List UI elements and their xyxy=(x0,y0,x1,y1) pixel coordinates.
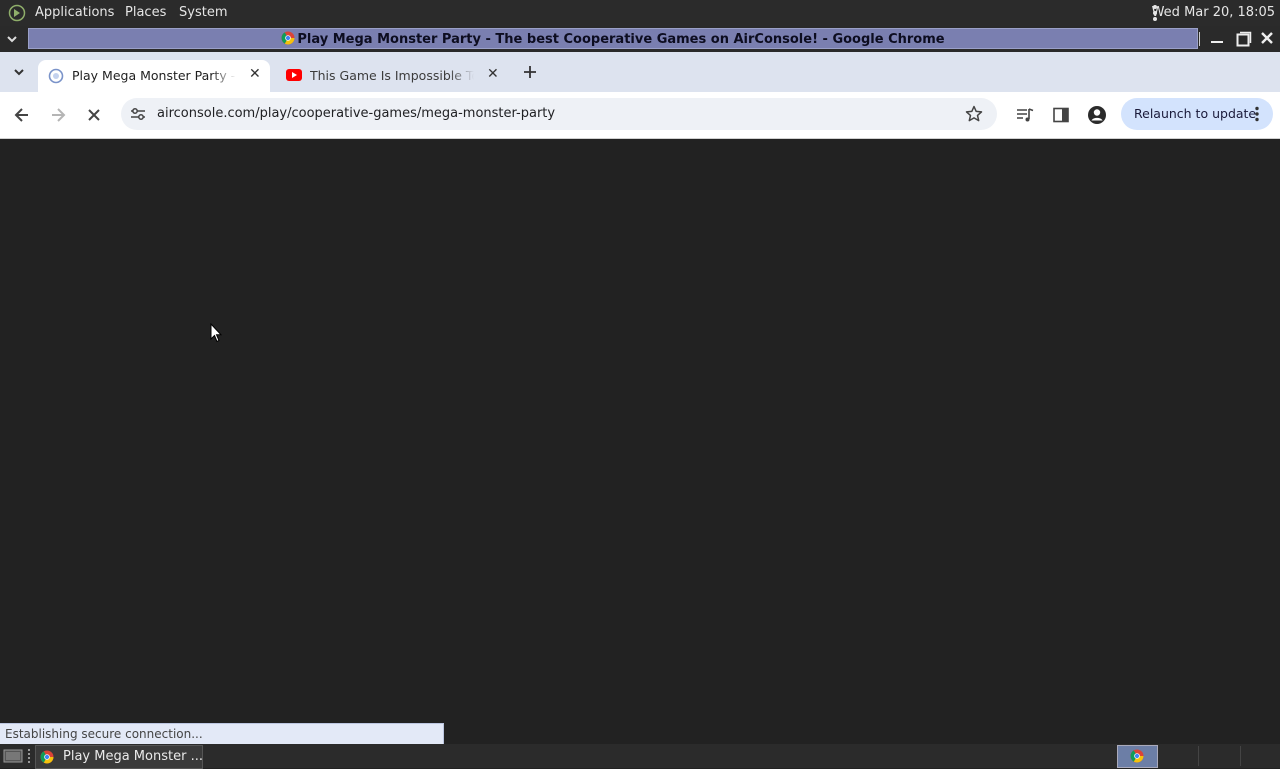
relaunch-to-update-button[interactable]: Relaunch to update xyxy=(1121,98,1273,130)
menu-applications[interactable]: Applications xyxy=(35,5,114,20)
media-controls-icon[interactable] xyxy=(1016,106,1034,124)
taskbar-window-button[interactable]: Play Mega Monster ... xyxy=(35,745,203,769)
url-text[interactable]: airconsole.com/play/cooperative-games/me… xyxy=(157,106,555,121)
close-window-icon[interactable] xyxy=(1260,31,1274,45)
chrome-logo-icon xyxy=(1130,749,1144,763)
tab-mega-monster-party[interactable]: Play Mega Monster Party - The best Coope… xyxy=(38,60,270,92)
tab-label: Play Mega Monster Party - The best Coope… xyxy=(72,68,236,83)
clock[interactable]: Wed Mar 20, 18:05 xyxy=(1152,5,1275,20)
bottom-taskbar: Play Mega Monster ... xyxy=(0,744,1280,769)
chrome-menu-kebab-icon[interactable] xyxy=(1254,106,1260,122)
window-titlebar[interactable]: Play Mega Monster Party - The best Coope… xyxy=(0,26,1280,52)
relaunch-label: Relaunch to update xyxy=(1134,106,1257,121)
maximize-icon[interactable] xyxy=(1236,31,1252,47)
status-bubble: Establishing secure connection... xyxy=(0,723,444,745)
tab-search-chevron-icon[interactable] xyxy=(11,65,27,79)
title-strip: Play Mega Monster Party - The best Coope… xyxy=(28,28,1198,49)
workspace-2[interactable] xyxy=(1198,746,1239,766)
minimize-icon[interactable] xyxy=(1210,31,1224,45)
site-info-tune-icon[interactable] xyxy=(130,107,146,121)
top-panel: Applications Places System Wed Mar 20, 1… xyxy=(0,0,1280,26)
back-arrow-icon[interactable] xyxy=(13,106,31,124)
menu-system[interactable]: System xyxy=(179,5,227,20)
forward-arrow-icon[interactable] xyxy=(49,106,67,124)
title-divider xyxy=(1199,32,1200,46)
bookmark-star-icon[interactable] xyxy=(965,105,983,123)
browser-toolbar: airconsole.com/play/cooperative-games/me… xyxy=(0,92,1280,139)
workspace-3[interactable] xyxy=(1240,746,1280,766)
new-tab-plus-icon[interactable] xyxy=(522,64,538,80)
window-title: Play Mega Monster Party - The best Coope… xyxy=(297,32,945,47)
tab-close-icon[interactable]: ✕ xyxy=(487,66,499,82)
address-bar[interactable]: airconsole.com/play/cooperative-games/me… xyxy=(121,98,997,130)
show-desktop-icon[interactable] xyxy=(3,748,23,764)
taskbar-window-label: Play Mega Monster ... xyxy=(63,749,203,764)
stop-loading-icon[interactable] xyxy=(86,107,102,123)
tab-close-icon[interactable]: ✕ xyxy=(249,66,261,82)
page-content[interactable] xyxy=(0,139,1280,743)
status-text: Establishing secure connection... xyxy=(5,727,203,741)
airconsole-favicon-icon xyxy=(48,68,64,84)
tab-strip: Play Mega Monster Party - The best Coope… xyxy=(0,52,1280,92)
profile-avatar-icon[interactable] xyxy=(1087,105,1107,125)
gnome-foot-icon[interactable] xyxy=(8,4,26,22)
taskbar-handle[interactable] xyxy=(28,749,34,763)
tab-youtube-video[interactable]: This Game Is Impossible To Win ✕ xyxy=(276,60,508,92)
chrome-logo-icon xyxy=(40,750,54,764)
tab-label: This Game Is Impossible To Win xyxy=(310,68,474,83)
chrome-logo-icon xyxy=(281,31,295,45)
menu-places[interactable]: Places xyxy=(125,5,166,20)
workspace-switcher[interactable] xyxy=(1117,745,1158,768)
side-panel-icon[interactable] xyxy=(1052,106,1070,124)
mouse-pointer-icon xyxy=(210,323,222,343)
youtube-favicon-icon xyxy=(286,69,302,81)
window-menu-chevron-icon[interactable] xyxy=(5,32,19,46)
